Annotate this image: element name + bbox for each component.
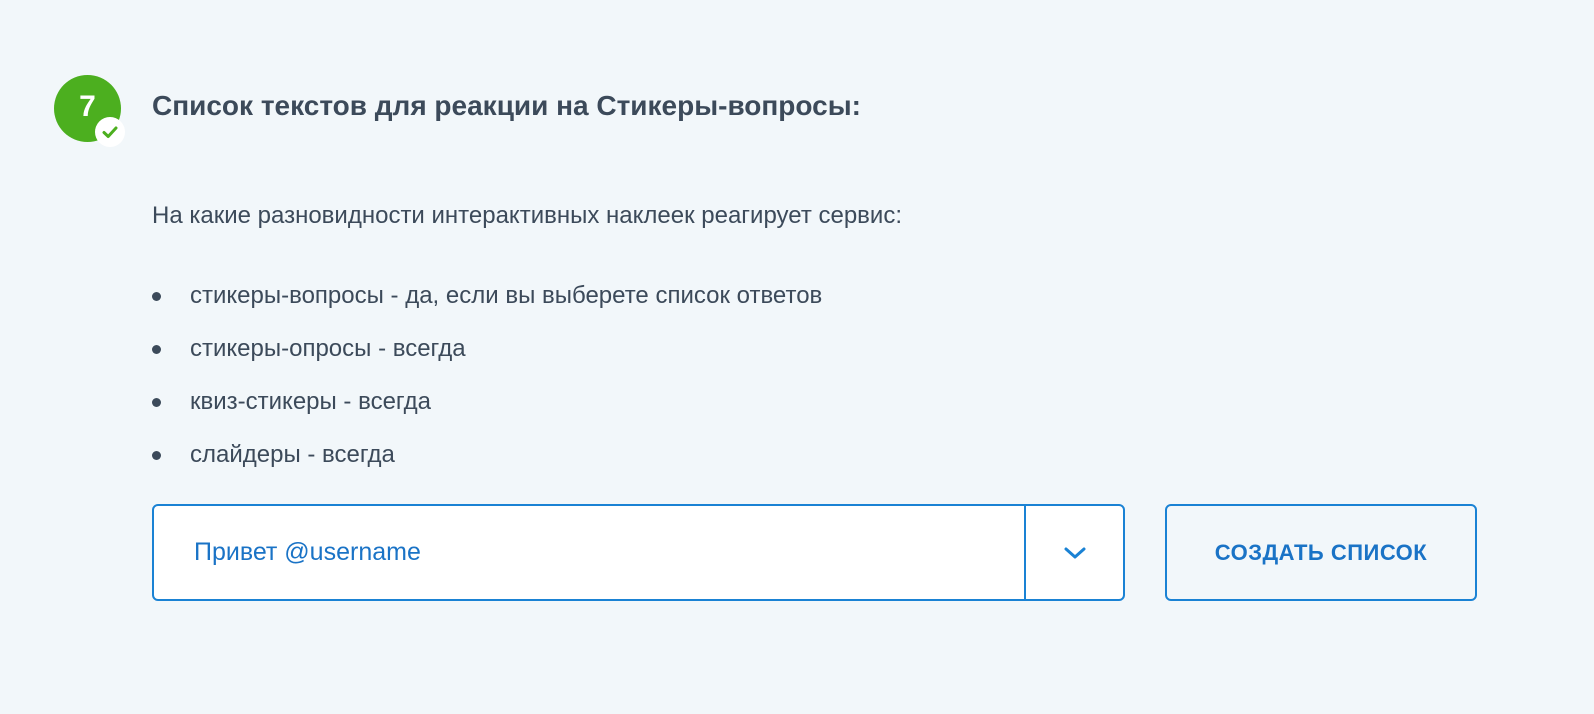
select-value[interactable]: Привет @username: [154, 506, 1024, 599]
list-item: квиз-стикеры - всегда: [152, 385, 822, 438]
list-item-label: квиз-стикеры - всегда: [190, 388, 431, 415]
chevron-down-icon: [1064, 547, 1085, 558]
list-item: стикеры-опросы - всегда: [152, 332, 822, 385]
step-number: 7: [79, 89, 96, 123]
bullet-icon: [152, 292, 161, 301]
create-list-button[interactable]: СОЗДАТЬ СПИСОК: [1165, 504, 1477, 601]
intro-text: На какие разновидности интерактивных нак…: [152, 202, 902, 229]
check-icon-glyph: [102, 126, 118, 138]
list-item-label: стикеры-опросы - всегда: [190, 335, 466, 362]
bullet-icon: [152, 345, 161, 354]
check-icon: [95, 117, 125, 147]
list-item-label: слайдеры - всегда: [190, 441, 395, 468]
bullet-icon: [152, 398, 161, 407]
bullet-icon: [152, 451, 161, 460]
section-title: Список текстов для реакции на Стикеры-во…: [152, 90, 861, 121]
text-list-select[interactable]: Привет @username: [152, 504, 1125, 601]
list-item: слайдеры - всегда: [152, 438, 822, 491]
list-item-label: стикеры-вопросы - да, если вы выберете с…: [190, 282, 823, 309]
sticker-types-list: стикеры-вопросы - да, если вы выберете с…: [152, 279, 822, 491]
select-toggle-button[interactable]: [1024, 506, 1123, 599]
list-item: стикеры-вопросы - да, если вы выберете с…: [152, 279, 822, 332]
